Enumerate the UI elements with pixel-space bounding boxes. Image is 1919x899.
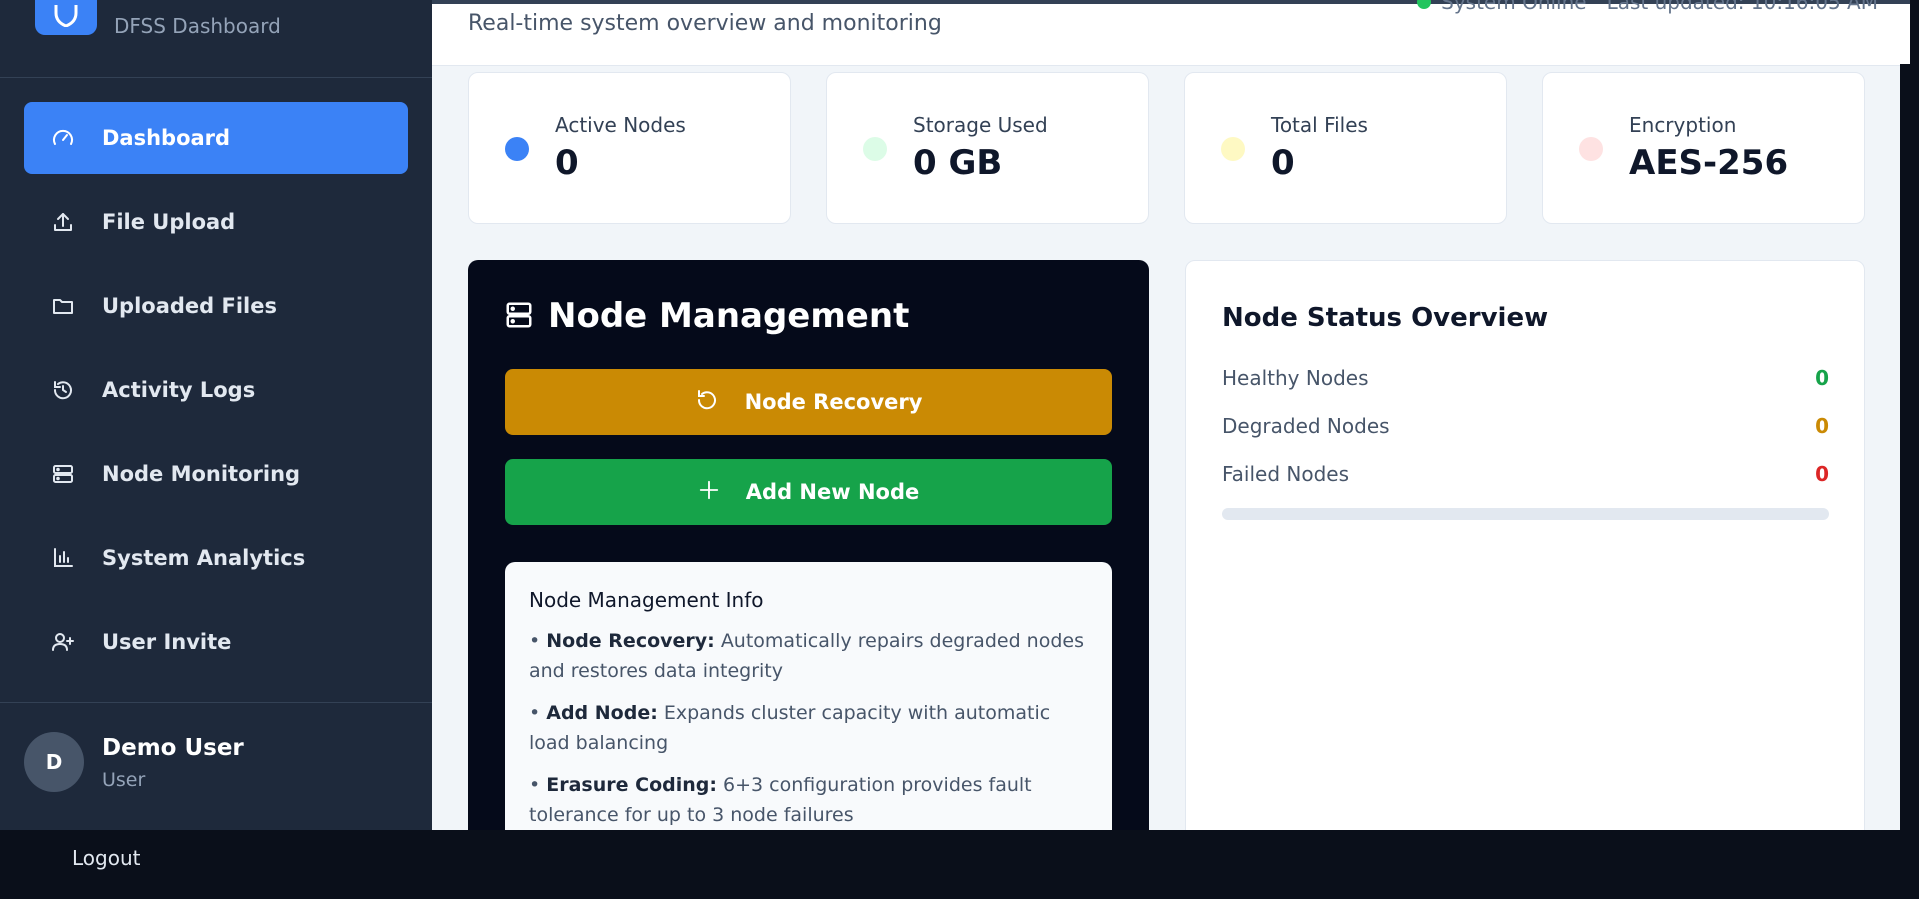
sidebar-item-system-analytics[interactable]: System Analytics [24,522,408,594]
status-online-icon [1417,0,1432,9]
folder-icon [48,291,78,321]
stat-card-total-files: Total Files 0 [1184,72,1507,224]
sidebar-item-uploaded-files[interactable]: Uploaded Files [24,270,408,342]
files-icon [1221,137,1245,161]
node-management-panel: Node Management Node Recovery Add New No… [468,260,1149,830]
info-term: Erasure Coding: [546,774,717,796]
main-content: Real-time system overview and monitoring… [432,0,1910,830]
stat-value: 0 [555,143,579,183]
degraded-nodes-row: Degraded Nodes 0 [1222,414,1829,444]
stat-value: 0 [1271,143,1295,183]
page-header: Real-time system overview and monitoring… [432,0,1910,66]
info-item: • Node Recovery: Automatically repairs d… [529,630,1084,682]
info-item: • Erasure Coding: 6+3 configuration prov… [529,774,1032,826]
user-profile[interactable]: D Demo User User [0,702,432,830]
stat-label: Storage Used [913,113,1048,137]
sidebar-nav: Dashboard File Upload Uploaded Files Act… [24,102,408,690]
overview-title: Node Status Overview [1222,303,1549,333]
refresh-icon [695,388,719,417]
system-status: System Online Last updated: 10:16:05 AM [1417,0,1878,14]
sidebar-item-node-monitoring[interactable]: Node Monitoring [24,438,408,510]
logout-bar: Logout [0,830,1919,899]
stats-row: Active Nodes 0 Storage Used 0 GB Total F… [468,72,1865,224]
stat-value: AES-256 [1629,143,1789,183]
brand: DFSS Dashboard [0,0,432,78]
user-plus-icon [48,627,78,657]
history-icon [48,375,78,405]
gauge-icon [48,123,78,153]
sidebar-item-label: Activity Logs [102,378,256,402]
sidebar-item-activity-logs[interactable]: Activity Logs [24,354,408,426]
avatar: D [24,732,84,792]
row-label: Failed Nodes [1222,462,1350,486]
stat-value: 0 GB [913,143,1003,183]
row-label: Degraded Nodes [1222,414,1390,438]
upload-icon [48,207,78,237]
last-updated: Last updated: 10:16:05 AM [1606,0,1878,14]
user-role: User [102,769,146,791]
add-node-button[interactable]: Add New Node [505,459,1112,525]
row-label: Healthy Nodes [1222,366,1369,390]
node-management-title: Node Management [548,296,910,336]
active-nodes-icon [505,137,529,161]
info-title: Node Management Info [529,588,764,612]
info-term: Node Recovery: [546,630,715,652]
server-icon [48,459,78,489]
bar-chart-icon [48,543,78,573]
user-name: Demo User [102,735,244,761]
sidebar: DFSS Dashboard Dashboard File Upload Upl… [0,0,432,830]
node-health-progress-bar [1222,508,1829,520]
stat-card-encryption: Encryption AES-256 [1542,72,1865,224]
stat-card-storage-used: Storage Used 0 GB [826,72,1149,224]
sidebar-item-dashboard[interactable]: Dashboard [24,102,408,174]
failed-nodes-row: Failed Nodes 0 [1222,462,1829,492]
logout-button[interactable]: Logout [72,846,140,870]
info-term: Add Node: [546,702,658,724]
encryption-icon [1579,137,1603,161]
page-subtitle: Real-time system overview and monitoring [468,11,942,36]
failed-nodes-count: 0 [1815,462,1829,486]
stat-card-active-nodes: Active Nodes 0 [468,72,791,224]
degraded-nodes-count: 0 [1815,414,1829,438]
stat-label: Encryption [1629,113,1737,137]
sidebar-item-label: User Invite [102,630,232,654]
healthy-nodes-row: Healthy Nodes 0 [1222,366,1829,396]
storage-icon [863,137,887,161]
server-icon [504,300,534,334]
sidebar-item-file-upload[interactable]: File Upload [24,186,408,258]
sidebar-item-user-invite[interactable]: User Invite [24,606,408,678]
node-status-overview: Node Status Overview Healthy Nodes 0 Deg… [1185,260,1865,830]
sidebar-item-label: Node Monitoring [102,462,301,486]
scrollbar[interactable] [1900,64,1910,830]
shield-logo-icon [35,0,97,35]
plus-icon [698,479,720,506]
sidebar-item-label: Uploaded Files [102,294,277,318]
status-text: System Online [1441,0,1587,14]
info-item: • Add Node: Expands cluster capacity wit… [529,702,1051,754]
sidebar-item-label: Dashboard [102,126,231,150]
node-management-info: Node Management Info • Node Recovery: Au… [505,562,1112,830]
node-recovery-button[interactable]: Node Recovery [505,369,1112,435]
stat-label: Active Nodes [555,113,686,137]
sidebar-item-label: System Analytics [102,546,306,570]
add-node-label: Add New Node [745,480,920,504]
healthy-nodes-count: 0 [1815,366,1829,390]
sidebar-item-label: File Upload [102,210,236,234]
node-recovery-label: Node Recovery [744,390,923,414]
stat-label: Total Files [1271,113,1368,137]
brand-subtitle: DFSS Dashboard [114,14,281,38]
